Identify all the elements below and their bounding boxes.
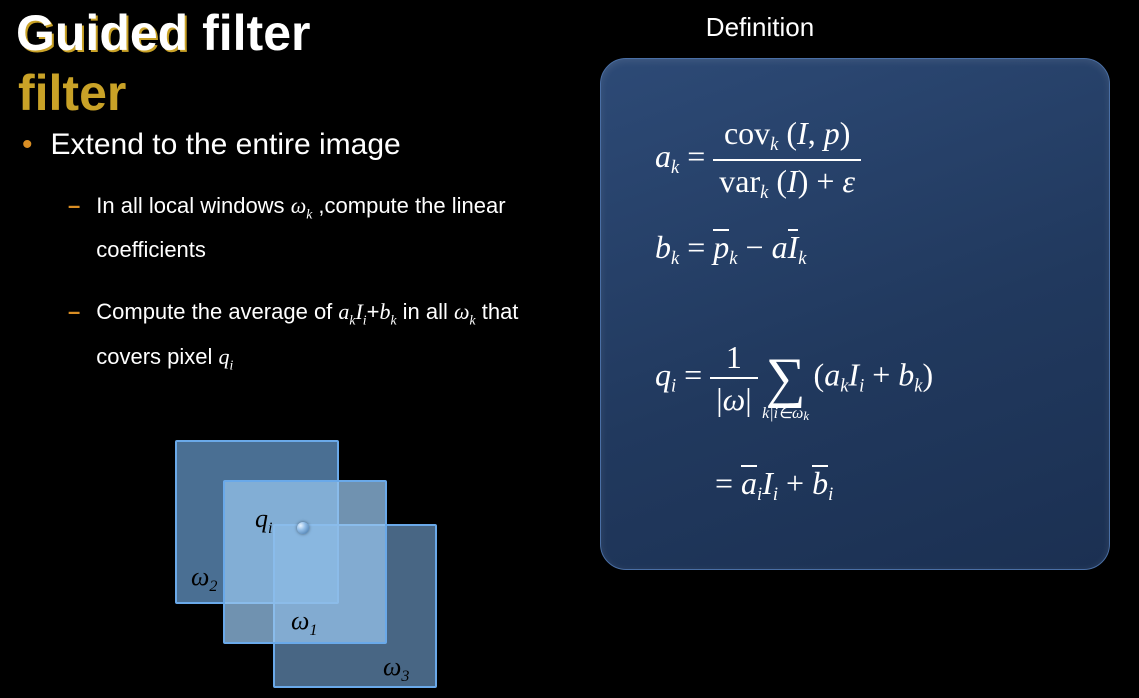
slide-title: Guided filter Guided filter — [16, 4, 310, 62]
dash-icon: – — [68, 294, 80, 383]
sub1-text: In all local windows ωk ,compute the lin… — [96, 188, 562, 268]
equation-qi-simplified: = aiIi + bi — [715, 467, 833, 505]
bullet-level2-item2: – Compute the average of akIi+bk in all … — [68, 294, 562, 383]
bullet-level1: • Extend to the entire image — [22, 128, 562, 162]
dash-icon: – — [68, 188, 80, 268]
label-omega2: ω2 — [191, 562, 217, 596]
label-omega1: ω1 — [291, 606, 317, 640]
sub2-text: Compute the average of akIi+bk in all ωk… — [96, 294, 562, 383]
equation-bk: bk = pk − aIk — [655, 231, 806, 269]
body-text: • Extend to the entire image – In all lo… — [22, 128, 562, 383]
definition-box: ak = covk (I, p) vark (I) + ε bk = pk − … — [600, 58, 1110, 570]
definition-label: Definition — [660, 12, 860, 43]
title-text: Guided filter — [16, 5, 310, 61]
pixel-qi-dot — [297, 522, 309, 534]
equation-ak: ak = covk (I, p) vark (I) + ε — [655, 117, 861, 202]
windows-illustration: qi ω2 ω1 ω3 — [175, 440, 495, 698]
label-omega3: ω3 — [383, 652, 409, 686]
slide: Guided filter Guided filter Definition •… — [0, 0, 1139, 698]
label-qi: qi — [255, 504, 272, 538]
equation-qi: qi = 1 |ω| ∑ k|i∈ωk (akIi + bk) — [655, 341, 933, 415]
bullet-main-text: Extend to the entire image — [51, 128, 401, 162]
bullet-level2-item1: – In all local windows ωk ,compute the l… — [68, 188, 562, 268]
bullet-dot-icon: • — [22, 128, 33, 162]
